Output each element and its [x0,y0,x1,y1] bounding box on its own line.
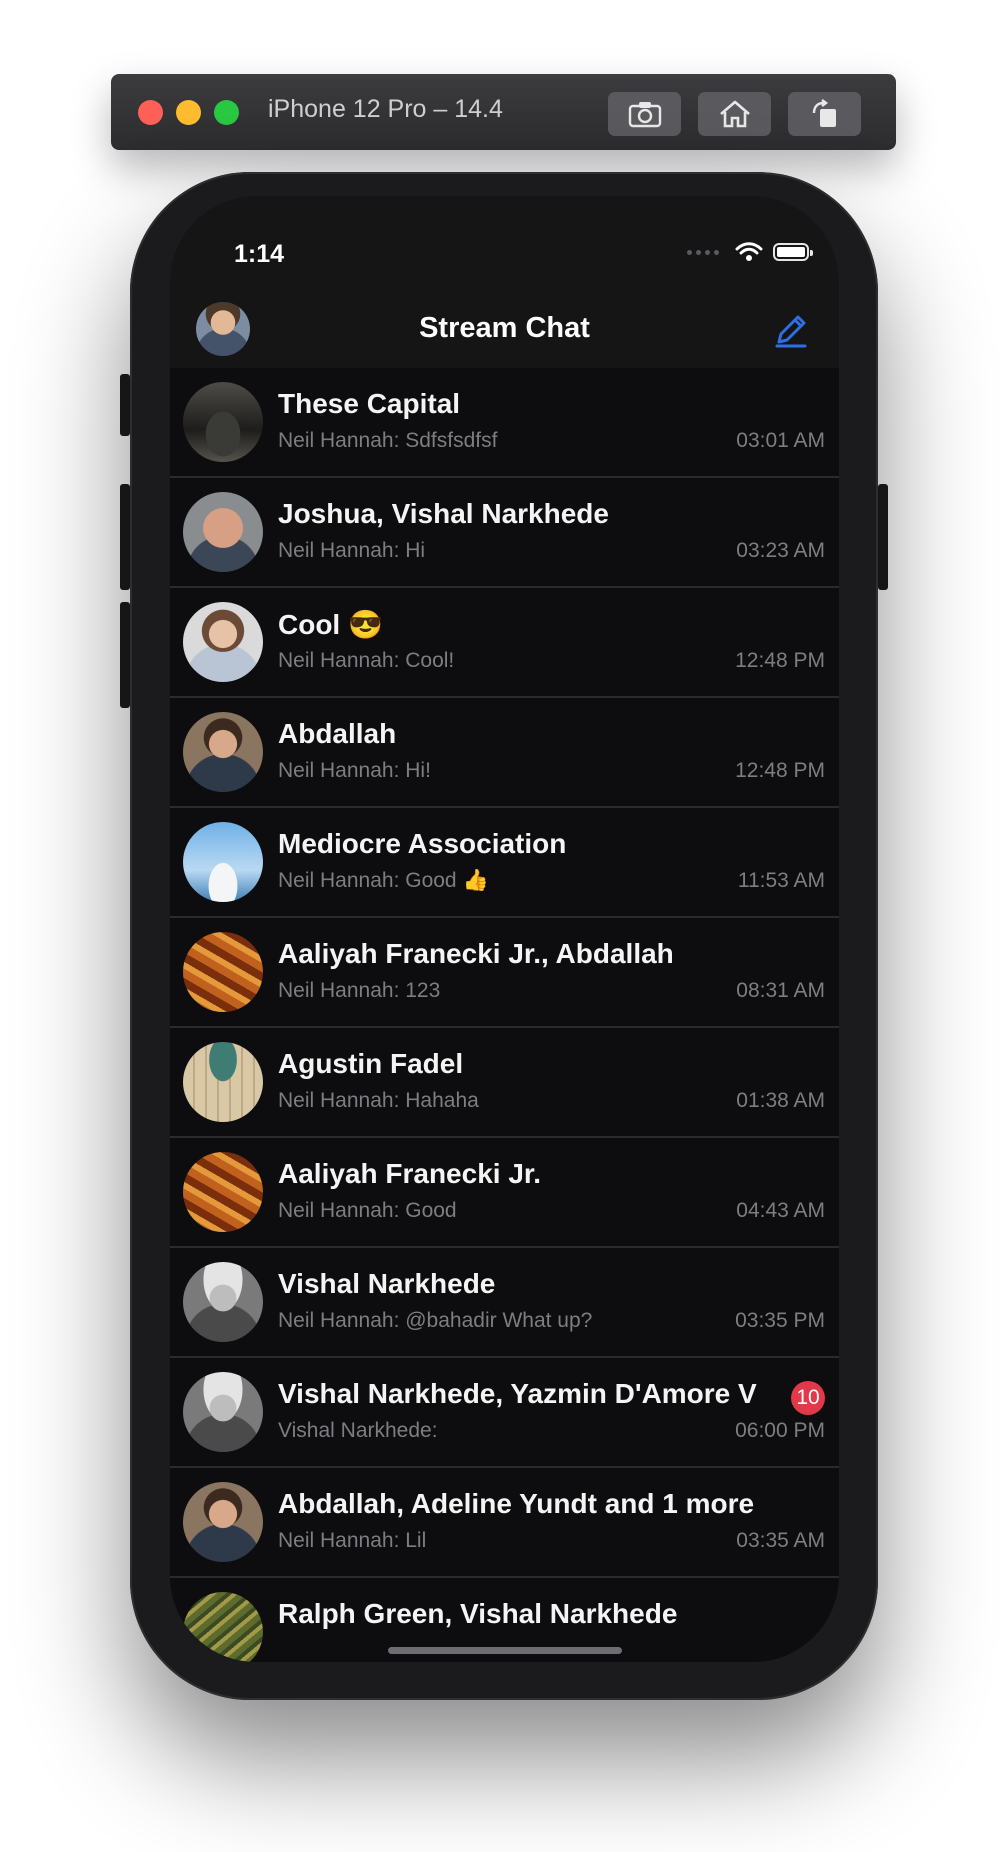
channel-avatar [183,712,263,792]
unread-badge: 10 [791,1381,825,1415]
message-time: 06:00 PM [735,1419,825,1442]
channel-avatar [183,382,263,462]
message-time: 03:23 AM [736,539,825,562]
minimize-window-button[interactable] [176,100,201,125]
simulator-toolbar: iPhone 12 Pro – 14.4 [111,74,896,150]
channel-row[interactable]: Agustin Fadel Neil Hannah: Hahaha 01:38 … [170,1028,839,1138]
home-indicator[interactable] [388,1647,622,1654]
last-message: Neil Hannah: Hahaha [278,1089,479,1112]
channel-row[interactable]: Vishal Narkhede Neil Hannah: @bahadir Wh… [170,1248,839,1358]
channel-name: Aaliyah Franecki Jr. [278,1158,542,1189]
channel-name: Joshua, Vishal Narkhede [278,498,609,529]
channel-row[interactable]: Cool 😎 Neil Hannah: Cool! 12:48 PM [170,588,839,698]
page-title: Stream Chat [419,312,590,344]
status-indicators [687,242,813,262]
message-time: 03:35 PM [735,1309,825,1332]
channel-name: Agustin Fadel [278,1048,464,1079]
last-message: Neil Hannah: Hi [278,539,426,562]
channel-row[interactable]: Abdallah Neil Hannah: Hi! 12:48 PM [170,698,839,808]
channel-name: Abdallah, Adeline Yundt and 1 more [278,1488,755,1519]
channel-row[interactable]: These Capital Neil Hannah: Sdfsfsdfsf 03… [170,368,839,478]
channel-avatar [183,602,263,682]
wifi-icon [735,242,763,261]
channel-name: Vishal Narkhede [278,1268,496,1299]
message-time: 12:48 PM [735,759,825,782]
channel-avatar [183,932,263,1012]
channel-name: Aaliyah Franecki Jr., Abdallah [278,938,674,969]
power-button [878,484,888,590]
channel-name: These Capital [278,388,461,419]
message-time: 04:43 AM [736,1199,825,1222]
compose-icon[interactable] [771,310,811,350]
channel-name: Cool 😎 [278,609,383,640]
channel-avatar [183,822,263,902]
mute-switch [120,374,130,436]
last-message: Neil Hannah: Good [278,1199,457,1222]
channel-name: Mediocre Association [278,828,567,859]
channel-row[interactable]: Aaliyah Franecki Jr. Neil Hannah: Good 0… [170,1138,839,1248]
channel-row[interactable]: Aaliyah Franecki Jr., Abdallah Neil Hann… [170,918,839,1028]
channel-avatar [183,1152,263,1232]
message-time: 08:31 AM [736,979,825,1002]
channel-row[interactable]: Abdallah, Adeline Yundt and 1 more Neil … [170,1468,839,1578]
message-time: 03:35 AM [736,1529,825,1552]
message-time: 03:01 AM [736,429,825,452]
close-window-button[interactable] [138,100,163,125]
channel-avatar [183,1042,263,1122]
channel-avatar [183,1372,263,1452]
message-time: 12:48 PM [735,649,825,672]
channel-row[interactable]: Mediocre Association Neil Hannah: Good 👍… [170,808,839,918]
message-time: 01:38 AM [736,1089,825,1112]
channel-row[interactable]: Vishal Narkhede, Yazmin D'Amore V 10 Vis… [170,1358,839,1468]
battery-icon [773,243,813,261]
signal-icon [687,249,719,255]
last-message: Neil Hannah: @bahadir What up? [278,1309,593,1332]
last-message: Neil Hannah: Good 👍 [278,869,489,892]
volume-up-button [120,484,130,590]
volume-down-button [120,602,130,708]
channel-name: Ralph Green, Vishal Narkhede [278,1598,678,1629]
channel-name: Vishal Narkhede, Yazmin D'Amore V [278,1378,757,1409]
channel-list: These Capital Neil Hannah: Sdfsfsdfsf 03… [170,368,839,1662]
rotate-icon [812,99,836,127]
last-message: Vishal Narkhede: [278,1419,438,1442]
channel-avatar [183,1592,263,1662]
channel-avatar [183,492,263,572]
simulator-title: iPhone 12 Pro – 14.4 [268,95,503,123]
channel-avatar [183,1262,263,1342]
channel-avatar [183,1482,263,1562]
channel-name: Abdallah [278,718,397,749]
phone-screen: 1:14 Stream Chat These Capital Neil Hann… [170,196,839,1662]
screenshot-button[interactable] [608,92,681,136]
last-message: Neil Hannah: Hi! [278,759,431,782]
screenshot-icon [628,102,661,128]
status-time: 1:14 [234,240,285,268]
last-message: Neil Hannah: Lil [278,1529,427,1552]
zoom-window-button[interactable] [214,100,239,125]
last-message: Neil Hannah: Sdfsfsdfsf [278,429,498,452]
message-time: 11:53 AM [737,869,825,892]
home-icon [719,100,750,128]
rotate-button[interactable] [788,92,861,136]
home-button[interactable] [698,92,771,136]
last-message: Neil Hannah: Cool! [278,649,455,672]
channel-row[interactable]: Joshua, Vishal Narkhede Neil Hannah: Hi … [170,478,839,588]
last-message: Neil Hannah: 123 [278,979,441,1002]
